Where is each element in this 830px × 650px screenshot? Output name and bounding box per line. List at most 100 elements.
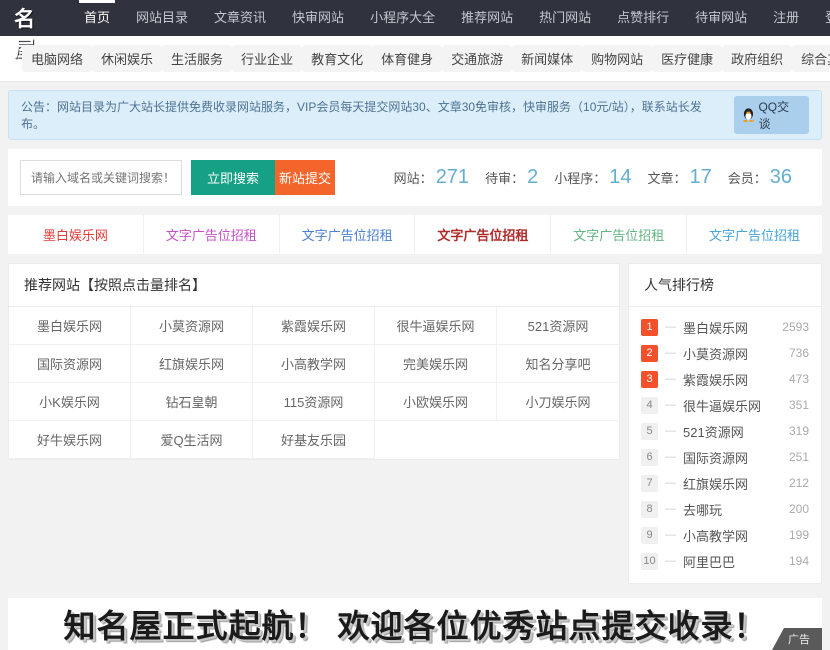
empty-cell xyxy=(497,421,619,459)
rank-dash: — xyxy=(665,503,676,515)
recommended-site-link[interactable]: 好牛娱乐网 xyxy=(9,421,131,459)
recommended-site-link[interactable]: 521资源网 xyxy=(497,307,619,345)
nav-item-7[interactable]: 热门网站 xyxy=(526,0,604,36)
category-item-4[interactable]: 行业企业 xyxy=(232,45,302,72)
category-item-6[interactable]: 体育健身 xyxy=(372,45,442,72)
promo-banner-text[interactable]: 知名屋正式起航！ 欢迎各位优秀站点提交收录！ xyxy=(64,601,767,647)
ranking-site-link[interactable]: 紫霞娱乐网 xyxy=(683,370,789,389)
ranking-site-link[interactable]: 去哪玩 xyxy=(683,500,789,519)
nav-item-2[interactable]: 网站目录 xyxy=(123,0,201,36)
category-item-11[interactable]: 政府组织 xyxy=(722,45,792,72)
category-item-7[interactable]: 交通旅游 xyxy=(442,45,512,72)
recommended-site-link[interactable]: 115资源网 xyxy=(253,383,375,421)
ranking-site-link[interactable]: 国际资源网 xyxy=(683,448,789,467)
stat-label: 待审： xyxy=(485,168,524,187)
qq-chat-button[interactable]: QQ交谈 xyxy=(734,96,809,134)
ranking-site-count: 473 xyxy=(789,372,809,386)
category-item-2[interactable]: 休闲娱乐 xyxy=(92,45,162,72)
recommended-site-link[interactable]: 小莫资源网 xyxy=(131,307,253,345)
category-item-3[interactable]: 生活服务 xyxy=(162,45,232,72)
stat-value: 14 xyxy=(609,166,631,189)
text-ad-link-1[interactable]: 墨白娱乐网 xyxy=(8,215,143,254)
rank-badge: 2 xyxy=(641,345,658,362)
ranking-row: 10—阿里巴巴194 xyxy=(641,548,809,574)
stat-label: 小程序： xyxy=(554,168,606,187)
nav-right: 注册 登录 xyxy=(760,0,830,36)
recommended-site-link[interactable]: 爱Q生活网 xyxy=(131,421,253,459)
nav-item-3[interactable]: 文章资讯 xyxy=(201,0,279,36)
submit-site-button[interactable]: 新站提交 xyxy=(275,160,335,195)
recommended-site-link[interactable]: 紫霞娱乐网 xyxy=(253,307,375,345)
nav-item-6[interactable]: 推荐网站 xyxy=(448,0,526,36)
category-item-12[interactable]: 综合其他 xyxy=(792,45,830,72)
recommended-site-link[interactable]: 小欧娱乐网 xyxy=(375,383,497,421)
ranking-site-count: 251 xyxy=(789,450,809,464)
category-item-10[interactable]: 医疗健康 xyxy=(652,45,722,72)
ranking-site-link[interactable]: 很牛逼娱乐网 xyxy=(683,396,789,415)
register-link[interactable]: 注册 xyxy=(760,0,812,36)
ranking-site-link[interactable]: 阿里巴巴 xyxy=(683,552,789,571)
category-item-5[interactable]: 教育文化 xyxy=(302,45,372,72)
search-card: 立即搜索 新站提交 网站：271待审：2小程序：14文章：17会员：36 xyxy=(8,149,822,206)
recommended-site-link[interactable]: 红旗娱乐网 xyxy=(131,345,253,383)
recommended-site-link[interactable]: 小高教学网 xyxy=(253,345,375,383)
rank-dash: — xyxy=(665,425,676,437)
recommended-site-link[interactable]: 小K娱乐网 xyxy=(9,383,131,421)
text-ad-link-5[interactable]: 文字广告位招租 xyxy=(550,215,686,254)
rank-badge: 6 xyxy=(641,449,658,466)
nav-item-1[interactable]: 首页 xyxy=(71,0,123,36)
rank-badge: 3 xyxy=(641,371,658,388)
nav-item-4[interactable]: 快审网站 xyxy=(279,0,357,36)
ranking-site-count: 212 xyxy=(789,476,809,490)
ranking-row: 5—521资源网319 xyxy=(641,418,809,444)
stat-5: 会员：36 xyxy=(728,166,792,189)
nav-item-5[interactable]: 小程序大全 xyxy=(357,0,448,36)
nav-item-8[interactable]: 点赞排行 xyxy=(604,0,682,36)
recommended-site-link[interactable]: 墨白娱乐网 xyxy=(9,307,131,345)
ranking-site-link[interactable]: 521资源网 xyxy=(683,422,789,441)
category-bar: 电脑网络休闲娱乐生活服务行业企业教育文化体育健身交通旅游新闻媒体购物网站医疗健康… xyxy=(0,36,830,82)
recommended-site-link[interactable]: 完美娱乐网 xyxy=(375,345,497,383)
ranking-row: 3 — 紫霞娱乐网473 xyxy=(641,366,809,392)
text-ad-link-6[interactable]: 文字广告位招租 xyxy=(686,215,822,254)
rank-dash: — xyxy=(665,529,676,541)
login-link[interactable]: 登录 xyxy=(812,0,830,36)
rank-badge: 8 xyxy=(641,501,658,518)
text-ad-link-3[interactable]: 文字广告位招租 xyxy=(279,215,415,254)
category-item-1[interactable]: 电脑网络 xyxy=(22,45,92,72)
recommended-site-link[interactable]: 知名分享吧 xyxy=(497,345,619,383)
popularity-ranking-title: 人气排行榜 xyxy=(629,264,821,307)
search-input[interactable] xyxy=(20,160,182,195)
recommended-site-link[interactable]: 好基友乐园 xyxy=(253,421,375,459)
ad-badge: 广告 xyxy=(772,628,822,650)
rank-badge: 4 xyxy=(641,397,658,414)
ranking-site-link[interactable]: 小高教学网 xyxy=(683,526,789,545)
search-button[interactable]: 立即搜索 xyxy=(191,160,275,195)
text-ad-link-2[interactable]: 文字广告位招租 xyxy=(143,215,279,254)
nav-item-9[interactable]: 待审网站 xyxy=(682,0,760,36)
rank-dash: — xyxy=(665,373,676,385)
recommended-site-link[interactable]: 国际资源网 xyxy=(9,345,131,383)
site-stats: 网站：271待审：2小程序：14文章：17会员：36 xyxy=(394,166,810,189)
ranking-site-count: 351 xyxy=(789,398,809,412)
recommended-site-link[interactable]: 小刀娱乐网 xyxy=(497,383,619,421)
ranking-row: 7—红旗娱乐网212 xyxy=(641,470,809,496)
ranking-site-link[interactable]: 红旗娱乐网 xyxy=(683,474,789,493)
popularity-ranking-list: 1—墨白娱乐网25932—小莫资源网7363—紫霞娱乐网4734—很牛逼娱乐网3… xyxy=(629,307,821,583)
recommended-site-link[interactable]: 很牛逼娱乐网 xyxy=(375,307,497,345)
main-content: 推荐网站【按照点击量排名】 墨白娱乐网小莫资源网紫霞娱乐网很牛逼娱乐网521资源… xyxy=(8,263,822,584)
ranking-row: 1—墨白娱乐网2593 xyxy=(641,314,809,340)
stat-value: 17 xyxy=(689,166,711,189)
recommended-site-link[interactable]: 钻石皇朝 xyxy=(131,383,253,421)
text-ad-bar: 墨白娱乐网文字广告位招租文字广告位招租文字广告位招租文字广告位招租文字广告位招租 xyxy=(8,215,822,254)
page-container: 公告：网站目录为广大站长提供免费收录网站服务，VIP会员每天提交网站30、文章3… xyxy=(0,82,830,650)
ranking-site-link[interactable]: 小莫资源网 xyxy=(683,344,789,363)
category-item-8[interactable]: 新闻媒体 xyxy=(512,45,582,72)
category-item-9[interactable]: 购物网站 xyxy=(582,45,652,72)
rank-dash: — xyxy=(665,451,676,463)
rank-dash: — xyxy=(665,399,676,411)
text-ad-link-4[interactable]: 文字广告位招租 xyxy=(414,215,550,254)
ranking-site-count: 736 xyxy=(789,346,809,360)
stat-value: 36 xyxy=(770,166,792,189)
ranking-site-link[interactable]: 墨白娱乐网 xyxy=(683,318,782,337)
